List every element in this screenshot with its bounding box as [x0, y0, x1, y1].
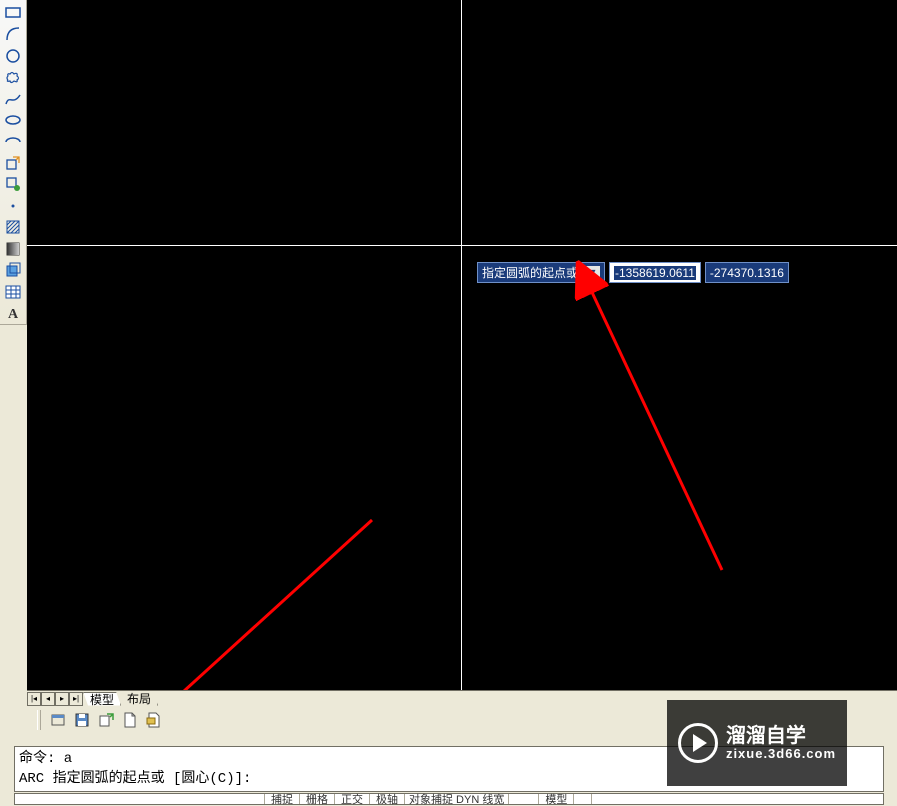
- play-icon: [678, 723, 718, 763]
- circle-icon[interactable]: [2, 45, 24, 66]
- tab-nav-last[interactable]: ▸|: [69, 692, 83, 706]
- status-osnap[interactable]: 对象捕捉 DYN 线宽: [405, 794, 509, 804]
- tab-nav-prev[interactable]: ◂: [41, 692, 55, 706]
- ellipse-icon[interactable]: [2, 109, 24, 130]
- drawing-viewport[interactable]: 指定圆弧的起点或 ▾ -1358619.0611 -274370.1316: [27, 0, 897, 690]
- status-snap[interactable]: 捕捉: [265, 794, 300, 804]
- block-create-icon[interactable]: [2, 174, 24, 195]
- watermark: 溜溜自学 zixue.3d66.com: [667, 700, 847, 786]
- tab-model[interactable]: 模型: [83, 692, 121, 706]
- watermark-title: 溜溜自学: [726, 725, 836, 747]
- rectangle-icon[interactable]: [2, 2, 24, 23]
- watermark-sub: zixue.3d66.com: [726, 747, 836, 761]
- status-model[interactable]: 模型: [539, 794, 574, 804]
- gradient-icon[interactable]: [2, 238, 24, 259]
- window-icon[interactable]: [47, 709, 69, 731]
- tab-nav-next[interactable]: ▸: [55, 692, 69, 706]
- region-icon[interactable]: [2, 260, 24, 281]
- status-polar[interactable]: 极轴: [370, 794, 405, 804]
- tab-nav-first[interactable]: |◂: [27, 692, 41, 706]
- svg-text:A: A: [8, 307, 19, 321]
- ellipse-arc-icon[interactable]: [2, 131, 24, 152]
- status-end[interactable]: [574, 794, 592, 804]
- command-input[interactable]: [15, 794, 265, 804]
- table-icon[interactable]: [2, 281, 24, 302]
- spline-icon[interactable]: [2, 88, 24, 109]
- status-spacer: [509, 794, 539, 804]
- status-ortho[interactable]: 正交: [335, 794, 370, 804]
- arc-icon[interactable]: [2, 23, 24, 44]
- toolbar-grip[interactable]: [37, 710, 41, 730]
- watermark-text: 溜溜自学 zixue.3d66.com: [726, 725, 836, 761]
- save-icon[interactable]: [71, 709, 93, 731]
- tab-layout-label: 布局: [127, 690, 151, 707]
- app-root: A 指定圆弧的起点或 ▾ -1358619.0611 -274370.1316: [0, 0, 897, 806]
- text-icon[interactable]: A: [2, 303, 24, 324]
- tab-layout[interactable]: 布局: [121, 692, 158, 706]
- hatch-icon[interactable]: [2, 217, 24, 238]
- status-bar: 捕捉 栅格 正交 极轴 对象捕捉 DYN 线宽 模型: [14, 793, 884, 805]
- page-icon[interactable]: [119, 709, 141, 731]
- block-insert-icon[interactable]: [2, 152, 24, 173]
- export-icon[interactable]: [95, 709, 117, 731]
- annotation-arrow-1: [27, 0, 897, 690]
- point-icon[interactable]: [2, 195, 24, 216]
- revision-cloud-icon[interactable]: [2, 66, 24, 87]
- tab-model-label: 模型: [90, 691, 114, 708]
- status-grid[interactable]: 栅格: [300, 794, 335, 804]
- draw-toolbar: A: [0, 0, 27, 325]
- layer-icon[interactable]: [143, 709, 165, 731]
